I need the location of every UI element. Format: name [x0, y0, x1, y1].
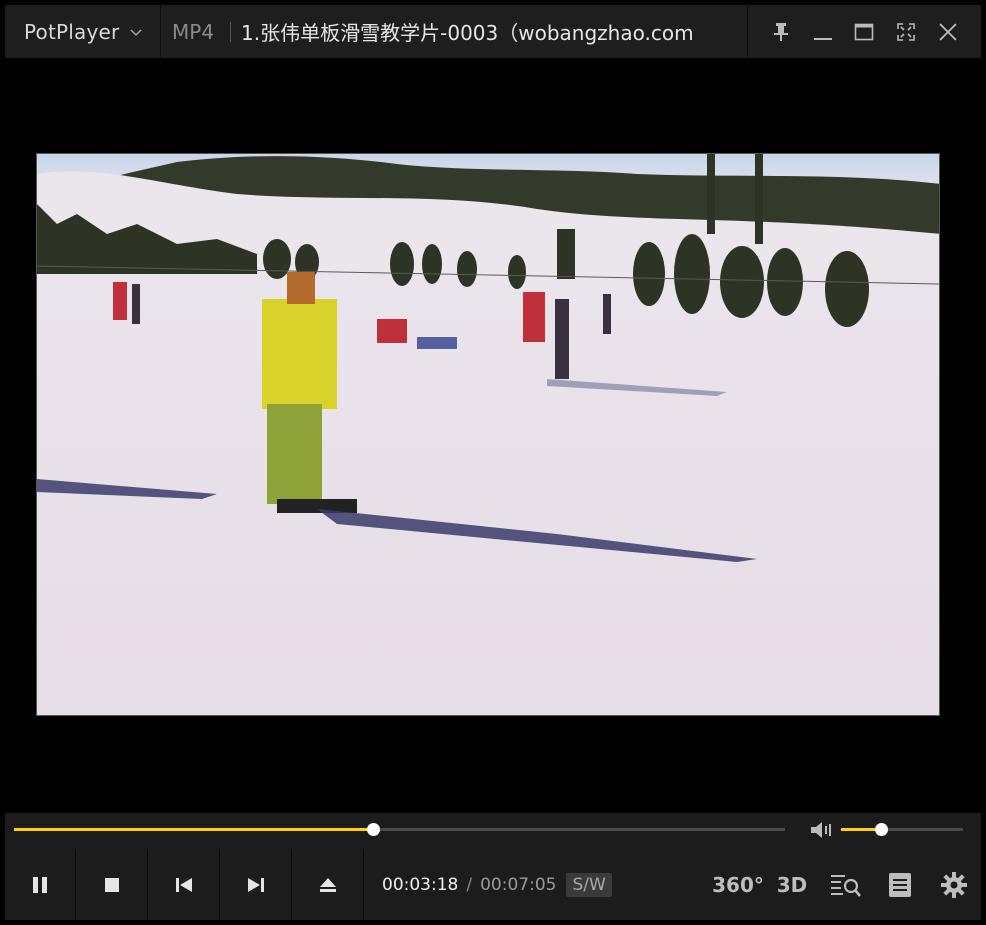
chevron-down-icon: [130, 29, 142, 36]
stop-button[interactable]: [76, 849, 148, 920]
gear-icon: [941, 871, 967, 898]
window-controls: [747, 5, 981, 58]
eject-icon: [319, 877, 336, 892]
time-display: 00:03:18 / 00:07:05 S/W: [364, 849, 612, 920]
seek-bar[interactable]: [14, 823, 785, 836]
vr-360-button[interactable]: 360°: [711, 849, 765, 920]
title-divider: [230, 21, 232, 42]
seek-bar-progress: [14, 828, 374, 831]
current-time: 00:03:18: [382, 874, 459, 895]
fullscreen-icon[interactable]: [894, 20, 918, 44]
previous-button[interactable]: [148, 849, 220, 920]
pin-icon[interactable]: [769, 20, 793, 44]
pause-icon: [33, 876, 47, 893]
volume-icon[interactable]: [809, 820, 833, 840]
3d-button[interactable]: 3D: [765, 849, 819, 920]
right-controls: 360° 3D: [711, 849, 981, 920]
control-bar: 00:03:18 / 00:07:05 S/W 360° 3D: [5, 849, 981, 920]
skip-previous-icon: [175, 877, 192, 892]
playlist-button[interactable]: [873, 849, 927, 920]
pause-button[interactable]: [5, 849, 76, 920]
seek-bar-row: [5, 813, 981, 849]
open-file-button[interactable]: [292, 849, 364, 920]
next-button[interactable]: [220, 849, 292, 920]
playlist-search-button[interactable]: [819, 849, 873, 920]
title-bar: PotPlayer MP4 1.张伟单板滑雪教学片-0003（wobangzha…: [5, 5, 981, 58]
file-title: 1.张伟单板滑雪教学片-0003（wobangzhao.com: [241, 21, 694, 45]
app-name: PotPlayer: [24, 19, 120, 44]
volume-handle[interactable]: [875, 823, 889, 836]
seek-bar-handle[interactable]: [367, 823, 381, 836]
close-icon[interactable]: [936, 20, 960, 44]
3d-icon: 3D: [776, 872, 808, 897]
time-separator: /: [466, 874, 473, 895]
playlist-icon: [889, 872, 911, 897]
settings-button[interactable]: [927, 849, 981, 920]
app-menu-button[interactable]: PotPlayer: [5, 5, 161, 58]
vr-360-icon: 360°: [712, 872, 764, 897]
minimize-icon[interactable]: [811, 20, 835, 44]
volume-slider[interactable]: [841, 823, 963, 836]
playlist-search-icon: [831, 874, 861, 897]
stop-icon: [104, 877, 119, 892]
video-frame[interactable]: [36, 153, 940, 716]
format-label: MP4: [172, 19, 215, 44]
maximize-icon[interactable]: [852, 20, 876, 44]
total-duration: 00:07:05: [480, 874, 557, 895]
video-snow-scene: [37, 154, 939, 715]
video-area[interactable]: [5, 58, 981, 813]
sw-decoder-badge[interactable]: S/W: [566, 872, 612, 897]
skip-next-icon: [247, 877, 264, 892]
